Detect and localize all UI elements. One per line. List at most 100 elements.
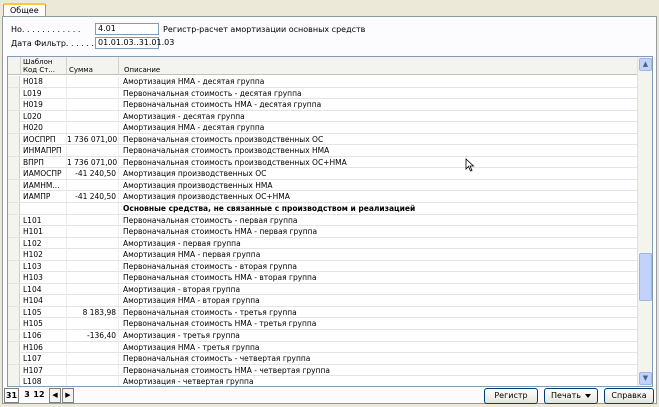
- row-selector[interactable]: [8, 99, 20, 111]
- cell-description[interactable]: Амортизация НМА - третья группа: [119, 341, 638, 353]
- row-selector[interactable]: [8, 318, 20, 330]
- table-row[interactable]: H101 Первоначальная стоимость НМА - перва…: [8, 226, 638, 238]
- cell-description[interactable]: Первоначальная стоимость НМА - третья гр…: [119, 318, 638, 330]
- cell-code[interactable]: L105: [21, 306, 67, 318]
- table-row[interactable]: ИАМОСПР -41 240,50 Амортизация производств…: [8, 168, 638, 180]
- cell-description[interactable]: Первоначальная стоимость НМА - первая гр…: [119, 226, 638, 238]
- cell-code[interactable]: H102: [21, 249, 67, 261]
- cell-description[interactable]: Первоначальная стоимость производственны…: [119, 145, 638, 157]
- cell-code[interactable]: H019: [21, 99, 67, 111]
- cell-code[interactable]: H101: [21, 226, 67, 238]
- cell-code[interactable]: L019: [21, 87, 67, 99]
- table-row[interactable]: L104 Амортизация - вторая группа: [8, 283, 638, 296]
- nav-previous-icon[interactable]: ◀: [49, 388, 61, 403]
- page-indicator-b[interactable]: 12: [32, 388, 46, 403]
- scroll-up-icon[interactable]: ▲: [639, 58, 652, 71]
- header-sum[interactable]: Сумма: [67, 57, 119, 75]
- cell-sum[interactable]: [67, 237, 119, 249]
- tab-general[interactable]: Общее: [3, 3, 46, 17]
- table-row[interactable]: ВПРП 1 736 071,00 Первоначальная стоимость…: [8, 156, 638, 169]
- cell-sum[interactable]: [67, 179, 119, 191]
- cell-code[interactable]: ИОСПРП: [21, 133, 67, 145]
- row-selector[interactable]: [8, 295, 20, 307]
- cell-sum[interactable]: 1 736 071,00: [67, 156, 119, 168]
- cell-description[interactable]: Первоначальная стоимость - первая группа: [119, 214, 638, 226]
- cell-sum[interactable]: [67, 110, 119, 122]
- cell-description[interactable]: Первоначальная стоимость - десятая групп…: [119, 87, 638, 99]
- table-row[interactable]: H105 Первоначальная стоимость НМА - треть…: [8, 318, 638, 331]
- row-selector[interactable]: [8, 249, 20, 261]
- cell-code[interactable]: ИАМНМ...: [21, 179, 67, 191]
- row-selector[interactable]: [8, 341, 20, 353]
- cell-description[interactable]: Амортизация - десятая группа: [119, 110, 638, 122]
- row-selector[interactable]: [8, 306, 20, 318]
- table-row[interactable]: ИАМНМ... Амортизация производственных НМА: [8, 179, 638, 192]
- table-row[interactable]: H019 Первоначальная стоимость НМА - десят…: [8, 99, 638, 111]
- table-row[interactable]: H018 Амортизация НМА - десятая группа: [8, 76, 638, 88]
- cell-code[interactable]: H105: [21, 318, 67, 330]
- table-row[interactable]: L105 8 183,98 Первоначальная стоимость - т…: [8, 306, 638, 319]
- cell-sum[interactable]: [67, 226, 119, 238]
- row-selector[interactable]: [8, 87, 20, 99]
- cell-description[interactable]: Амортизация НМА - вторая группа: [119, 295, 638, 307]
- page-indicator-current[interactable]: 31: [4, 388, 19, 403]
- cell-sum[interactable]: [67, 122, 119, 134]
- cell-sum[interactable]: [67, 295, 119, 307]
- cell-sum[interactable]: [67, 260, 119, 272]
- row-selector[interactable]: [8, 145, 20, 157]
- cell-description[interactable]: Амортизация производственных НМА: [119, 179, 638, 191]
- table-row[interactable]: L020 Амортизация - десятая группа: [8, 110, 638, 123]
- table-row[interactable]: L103 Первоначальная стоимость - вторая гр…: [8, 260, 638, 273]
- table-row[interactable]: L101 Первоначальная стоимость - первая гр…: [8, 214, 638, 227]
- cell-code[interactable]: H018: [21, 76, 67, 87]
- page-indicator-a[interactable]: 3: [22, 388, 32, 403]
- cell-description[interactable]: Амортизация производственных ОС: [119, 168, 638, 180]
- cell-code[interactable]: H104: [21, 295, 67, 307]
- cell-code[interactable]: H106: [21, 341, 67, 353]
- cell-sum[interactable]: -41 240,50: [67, 168, 119, 180]
- cell-sum[interactable]: [67, 341, 119, 353]
- row-selector[interactable]: [8, 283, 20, 295]
- cell-sum[interactable]: [67, 249, 119, 261]
- cell-description[interactable]: Первоначальная стоимость - третья группа: [119, 306, 638, 318]
- row-selector[interactable]: [8, 226, 20, 238]
- cell-code[interactable]: L020: [21, 110, 67, 122]
- cell-code[interactable]: H020: [21, 122, 67, 134]
- cell-description[interactable]: Амортизация НМА - десятая группа: [119, 122, 638, 134]
- print-button[interactable]: Печать: [544, 388, 598, 404]
- date-filter-field[interactable]: 01.01.03..31.01.03: [95, 37, 174, 49]
- cell-sum[interactable]: -41 240,50: [67, 191, 119, 203]
- table-row[interactable]: ИНМАПРП Первоначальная стоимость производ…: [8, 145, 638, 157]
- cell-description[interactable]: Первоначальная стоимость НМА - вторая гр…: [119, 272, 638, 284]
- row-selector[interactable]: [8, 364, 20, 376]
- cell-code[interactable]: L103: [21, 260, 67, 272]
- cell-sum[interactable]: [67, 353, 119, 365]
- table-row[interactable]: L102 Амортизация - первая группа: [8, 237, 638, 250]
- cell-sum[interactable]: [67, 318, 119, 330]
- cell-description[interactable]: Первоначальная стоимость производственны…: [119, 133, 638, 145]
- row-selector[interactable]: [8, 260, 20, 272]
- row-selector[interactable]: [8, 330, 20, 342]
- row-selector[interactable]: [8, 237, 20, 249]
- cell-code[interactable]: ИАМПР: [21, 191, 67, 203]
- register-button[interactable]: Регистр: [484, 388, 538, 404]
- table-row[interactable]: H107 Первоначальная стоимость НМА - четве…: [8, 364, 638, 377]
- cell-sum[interactable]: [67, 145, 119, 157]
- cell-description[interactable]: Амортизация производственных ОС+НМА: [119, 191, 638, 203]
- row-selector[interactable]: [8, 110, 20, 122]
- cell-sum[interactable]: [67, 272, 119, 284]
- cell-code[interactable]: ВПРП: [21, 156, 67, 168]
- cell-description[interactable]: Первоначальная стоимость НМА - десятая г…: [119, 99, 638, 111]
- table-row[interactable]: ИОСПРП 1 736 071,00 Первоначальная стоимос…: [8, 133, 638, 146]
- nav-next-icon[interactable]: ▶: [62, 388, 74, 403]
- table-row[interactable]: H104 Амортизация НМА - вторая группа: [8, 295, 638, 307]
- cell-description[interactable]: Первоначальная стоимость НМА - четвертая…: [119, 364, 638, 376]
- cell-code[interactable]: [21, 203, 67, 215]
- cell-description[interactable]: Основные средства, не связанные с произв…: [119, 203, 638, 215]
- table-row[interactable]: H103 Первоначальная стоимость НМА - втора…: [8, 272, 638, 284]
- row-selector[interactable]: [8, 122, 20, 134]
- scroll-down-icon[interactable]: ▼: [639, 372, 652, 385]
- row-selector[interactable]: [8, 191, 20, 203]
- row-selector[interactable]: [8, 156, 20, 168]
- table-row[interactable]: L106 -136,40 Амортизация - третья группа: [8, 330, 638, 342]
